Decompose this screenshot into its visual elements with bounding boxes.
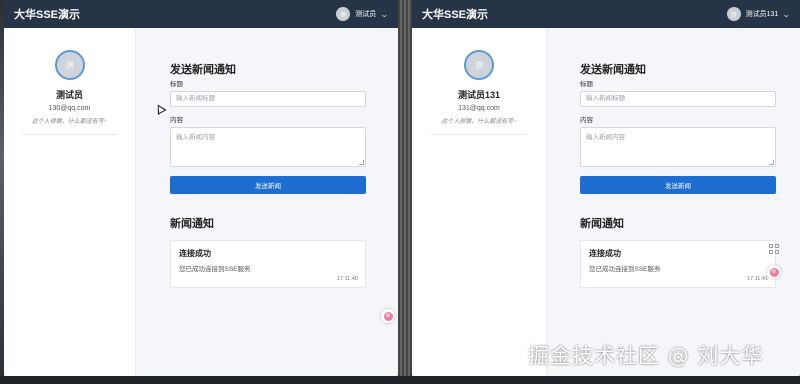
profile-sidebar: 测 测试员131 131@qq.com 这个人很懒，什么都没有写~ <box>412 28 547 378</box>
browser-window-right: 大华SSE演示 测 测试员131 ⌄ 测 测试员131 131@qq.com 这… <box>412 0 800 378</box>
profile-avatar: 测 <box>54 50 85 80</box>
chevron-down-icon: ⌄ <box>380 9 390 19</box>
desktop-background-gap <box>398 0 412 384</box>
user-menu[interactable]: 测 测试员 ⌄ <box>336 7 390 21</box>
app-header: 大华SSE演示 测 测试员 ⌄ <box>4 0 398 28</box>
send-news-button[interactable]: 发送新闻 <box>170 176 366 194</box>
content-label: 内容 <box>170 117 183 124</box>
profile-name: 测试员 <box>55 90 83 100</box>
notice-card: 连接成功 您已成功连接到SSE服务 17:11:41 <box>580 240 776 288</box>
browser-window-left: 大华SSE演示 测 测试员 ⌄ 测 测试员 130@qq.com 这个人很懒，什… <box>4 0 398 378</box>
notice-card: 连接成功 您已成功连接到SSE服务 17:11:40 <box>170 240 366 288</box>
news-title-input[interactable]: 输入新闻标题 <box>580 91 776 107</box>
profile-signature: 这个人很懒，什么都没有写~ <box>31 119 108 125</box>
send-section-title: 发送新闻通知 <box>170 64 236 76</box>
notice-title: 连接成功 <box>179 249 211 258</box>
floating-assistant-button[interactable]: ✿ <box>767 265 781 279</box>
profile-name: 测试员131 <box>457 90 501 100</box>
notice-time: 17:11:40 <box>336 276 358 282</box>
watermark: 掘金技术社区 @ 刘大华 <box>528 344 764 368</box>
content-label: 内容 <box>580 117 593 124</box>
app-title: 大华SSE演示 <box>422 9 489 21</box>
notice-title: 连接成功 <box>589 249 621 258</box>
apps-grid-icon[interactable] <box>769 244 779 254</box>
main-content: 发送新闻通知 标题 输入新闻标题 内容 输入新闻内容 发送新闻 新闻通知 连接成… <box>547 28 800 378</box>
app-header: 大华SSE演示 测 测试员131 ⌄ <box>412 0 800 28</box>
assistant-icon: ✿ <box>383 311 393 321</box>
notice-body: 您已成功连接到SSE服务 <box>179 266 251 273</box>
profile-signature: 这个人很懒，什么都没有写~ <box>441 119 517 125</box>
profile-sidebar: 测 测试员 130@qq.com 这个人很懒，什么都没有写~ <box>4 28 136 378</box>
divider <box>21 134 118 135</box>
news-content-textarea[interactable]: 输入新闻内容 <box>170 127 366 167</box>
assistant-icon: ✿ <box>769 267 779 277</box>
news-section-title: 新闻通知 <box>170 218 214 230</box>
user-menu[interactable]: 测 测试员131 ⌄ <box>726 7 792 21</box>
main-content: 发送新闻通知 标题 输入新闻标题 内容 输入新闻内容 发送新闻 新闻通知 连接成… <box>136 28 398 378</box>
notice-time: 17:11:41 <box>746 276 768 282</box>
user-name: 测试员131 <box>745 11 779 18</box>
notice-body: 您已成功连接到SSE服务 <box>589 266 661 273</box>
avatar: 测 <box>726 7 741 21</box>
divider <box>431 134 527 135</box>
profile-email: 131@qq.com <box>458 105 500 112</box>
profile-avatar: 测 <box>464 50 494 80</box>
news-title-input[interactable]: 输入新闻标题 <box>170 91 366 107</box>
taskbar <box>0 376 800 384</box>
profile-email: 130@qq.com <box>48 105 91 112</box>
floating-assistant-button[interactable]: ✿ <box>381 309 395 323</box>
user-name: 测试员 <box>355 11 377 18</box>
send-news-button[interactable]: 发送新闻 <box>580 176 776 194</box>
title-label: 标题 <box>170 81 183 88</box>
chevron-down-icon: ⌄ <box>782 9 792 19</box>
news-content-textarea[interactable]: 输入新闻内容 <box>580 127 776 167</box>
app-title: 大华SSE演示 <box>14 9 81 21</box>
avatar: 测 <box>336 7 351 21</box>
send-section-title: 发送新闻通知 <box>580 64 646 76</box>
title-label: 标题 <box>580 81 593 88</box>
news-section-title: 新闻通知 <box>580 218 624 230</box>
